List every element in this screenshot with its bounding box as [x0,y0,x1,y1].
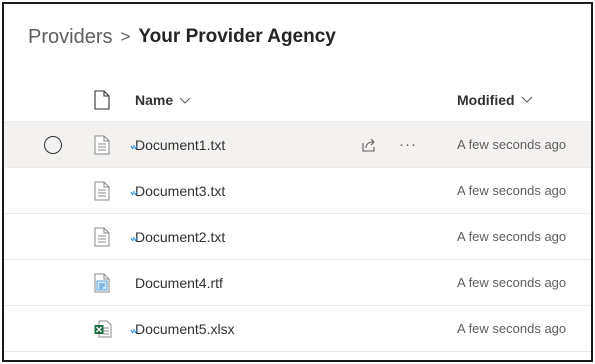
file-name-link[interactable]: Document4.rtf [135,275,223,291]
table-row[interactable]: Document4.rtf A few seconds ago [4,260,591,306]
modified-cell: A few seconds ago [457,229,567,244]
breadcrumb: Providers > Your Provider Agency [28,22,336,52]
modified-cell: A few seconds ago [457,137,567,152]
table-row[interactable]: Document3.txt A few seconds ago [4,168,591,214]
breadcrumb-root-link[interactable]: Providers [28,26,112,49]
breadcrumb-current: Your Provider Agency [138,26,336,47]
txt-file-icon [94,227,110,247]
file-name-link[interactable]: Document5.xlsx [135,321,235,337]
name-column-label: Name [135,91,174,108]
new-indicator-icon [130,236,138,241]
table-row[interactable]: Document1.txt ··· A few seconds ago [4,122,591,168]
rtf-file-icon [94,273,110,293]
modified-column-header[interactable]: Modified [457,78,533,121]
breadcrumb-separator: > [120,27,131,46]
chevron-down-icon [521,92,533,107]
file-name-link[interactable]: Document1.txt [135,137,225,153]
new-indicator-icon [130,328,138,333]
row-select-radio[interactable] [44,135,62,154]
modified-cell: A few seconds ago [457,183,567,198]
modified-cell: A few seconds ago [457,321,567,336]
file-name-link[interactable]: Document3.txt [135,183,225,199]
more-options-icon[interactable]: ··· [399,136,417,153]
file-list-view: Providers > Your Provider Agency Name Mo… [2,2,593,362]
new-indicator-icon [130,190,138,195]
new-indicator-icon [130,144,138,149]
modified-cell: A few seconds ago [457,275,567,290]
name-column-header[interactable]: Name [135,78,191,121]
column-header-row: Name Modified [4,78,591,122]
table-row[interactable]: Document2.txt A few seconds ago [4,214,591,260]
share-icon[interactable] [361,137,377,153]
table-row[interactable]: Document5.xlsx A few seconds ago [4,306,591,352]
chevron-down-icon [179,92,191,108]
excel-file-icon [94,319,112,339]
txt-file-icon [94,181,110,201]
modified-column-label: Modified [457,91,515,108]
txt-file-icon [94,135,110,155]
file-name-link[interactable]: Document2.txt [135,229,225,245]
document-icon[interactable] [94,89,110,110]
